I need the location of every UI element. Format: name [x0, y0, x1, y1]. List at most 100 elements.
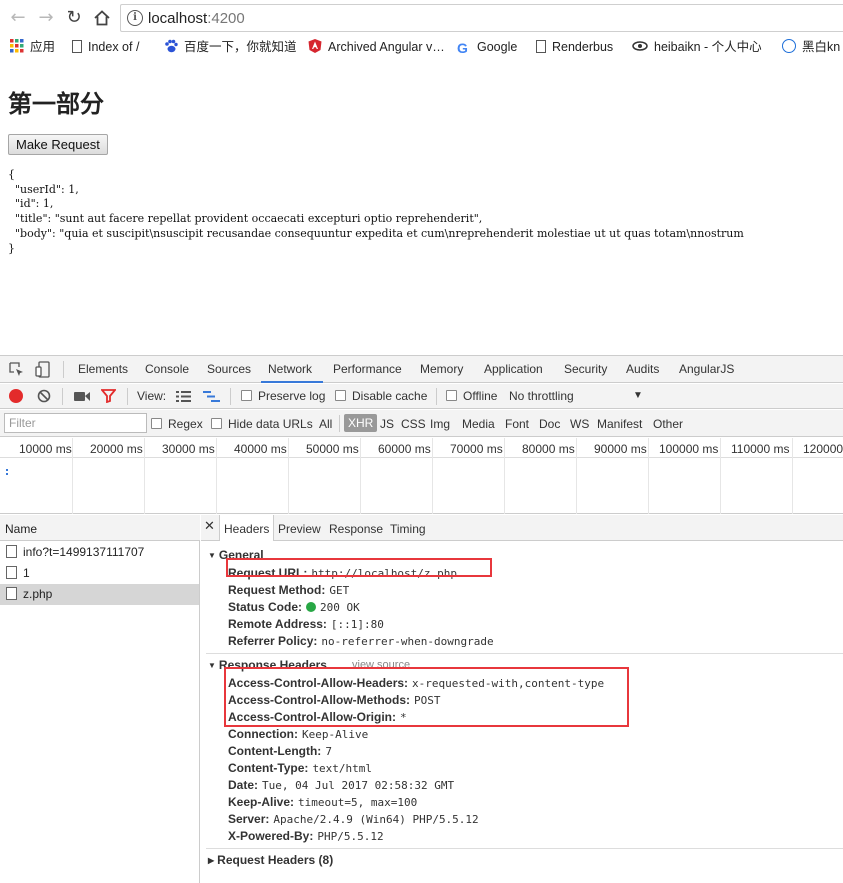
request-row-info[interactable]: info?t=1499137111707 — [0, 542, 199, 563]
disable-cache-checkbox[interactable]: Disable cache — [335, 389, 427, 403]
triangle-down-icon: ▼ — [208, 661, 216, 670]
tab-timing[interactable]: Timing — [390, 522, 426, 536]
tab-elements[interactable]: Elements — [78, 362, 128, 376]
baidu-paw-icon — [165, 39, 178, 53]
page-heading: 第一部分 — [8, 90, 104, 118]
tab-console[interactable]: Console — [145, 362, 189, 376]
inspect-element-icon[interactable] — [9, 362, 24, 377]
type-filter-doc[interactable]: Doc — [539, 417, 560, 431]
timeline-tick: 50000 ms — [306, 442, 359, 456]
timeline-tick: 100000 ms — [659, 442, 719, 456]
header-row: Remote Address: [::1]:80 — [228, 617, 384, 631]
tab-network[interactable]: Network — [268, 362, 312, 376]
tab-response[interactable]: Response — [329, 522, 383, 536]
section-divider — [206, 653, 843, 654]
hide-data-urls-checkbox[interactable]: Hide data URLs — [211, 417, 313, 431]
timeline-tick: 20000 ms — [90, 442, 143, 456]
bookmark-angular[interactable]: Archived Angular v… — [308, 38, 445, 56]
make-request-button[interactable]: Make Request — [8, 134, 108, 155]
type-filter-other[interactable]: Other — [653, 417, 683, 431]
tab-sources[interactable]: Sources — [207, 362, 251, 376]
globe-icon — [782, 39, 796, 53]
filter-input[interactable]: Filter — [4, 413, 147, 433]
name-column-header[interactable]: Name — [0, 515, 200, 541]
request-row-1[interactable]: 1 — [0, 563, 199, 584]
timeline-gridline — [576, 438, 577, 514]
bookmark-baidu[interactable]: 百度一下，你就知道 — [164, 38, 297, 56]
header-row: Server: Apache/2.4.9 (Win64) PHP/5.5.12 — [228, 812, 479, 826]
timeline-request-mark — [6, 473, 8, 475]
timeline-tick: 70000 ms — [450, 442, 503, 456]
bookmark-heibaikn-2[interactable]: 黑白kn — [782, 38, 840, 56]
close-icon[interactable]: ✕ — [204, 519, 215, 534]
header-row: Request Method: GET — [228, 583, 350, 597]
info-icon[interactable]: i — [127, 10, 143, 26]
capture-screenshots-icon[interactable] — [74, 391, 90, 402]
tab-headers[interactable]: Headers — [219, 515, 275, 541]
tab-performance[interactable]: Performance — [333, 362, 402, 376]
page-icon — [72, 40, 82, 53]
bookmark-renderbus[interactable]: Renderbus — [536, 38, 613, 56]
network-overview-timeline[interactable]: 10000 ms 20000 ms 30000 ms 40000 ms 5000… — [0, 438, 843, 514]
tab-application[interactable]: Application — [484, 362, 543, 376]
preserve-log-checkbox[interactable]: Preserve log — [241, 389, 325, 403]
address-bar[interactable]: i localhost:4200 — [120, 4, 843, 32]
timeline-tick: 120000 — [803, 442, 843, 456]
type-filter-xhr[interactable]: XHR — [344, 414, 378, 432]
timeline-request-mark — [6, 469, 8, 471]
filter-icon[interactable] — [101, 389, 116, 403]
timeline-gridline — [792, 438, 793, 514]
separator — [230, 388, 231, 405]
timeline-gridline — [288, 438, 289, 514]
timeline-gridline — [360, 438, 361, 514]
bookmark-heibaikn[interactable]: heibaikn - 个人中心 — [632, 38, 762, 56]
timeline-gridline — [144, 438, 145, 514]
type-filter-ws[interactable]: WS — [570, 417, 589, 431]
throttling-select[interactable]: No throttling — [509, 389, 574, 403]
type-filter-all[interactable]: All — [319, 417, 332, 431]
file-icon — [6, 545, 17, 558]
record-icon[interactable] — [9, 389, 23, 403]
section-divider — [206, 848, 843, 849]
list-view-icon[interactable] — [176, 391, 191, 402]
clear-icon[interactable] — [37, 389, 51, 403]
type-filter-media[interactable]: Media — [462, 417, 495, 431]
page-content: 第一部分 Make Request { "userId": 1, "id": 1… — [0, 58, 843, 355]
separator — [62, 388, 63, 405]
forward-icon[interactable]: → — [34, 6, 58, 30]
tab-security[interactable]: Security — [564, 362, 607, 376]
device-toolbar-icon[interactable] — [35, 361, 51, 378]
type-filter-js[interactable]: JS — [380, 417, 394, 431]
reload-icon[interactable]: ↻ — [62, 6, 86, 30]
waterfall-view-icon[interactable] — [203, 391, 220, 402]
bookmark-apps[interactable]: 应用 — [10, 38, 55, 56]
tab-audits[interactable]: Audits — [626, 362, 659, 376]
home-icon[interactable] — [90, 6, 114, 30]
separator — [339, 415, 340, 432]
type-filter-css[interactable]: CSS — [401, 417, 426, 431]
header-row: Status Code: 200 OK — [228, 600, 360, 614]
type-filter-img[interactable]: Img — [430, 417, 450, 431]
request-headers-section-header[interactable]: ▶ Request Headers (8) — [208, 853, 333, 867]
triangle-right-icon: ▶ — [208, 856, 215, 865]
request-row-zphp[interactable]: z.php — [0, 584, 199, 605]
back-icon[interactable]: ← — [6, 6, 30, 30]
type-filter-manifest[interactable]: Manifest — [597, 417, 642, 431]
timeline-tick: 90000 ms — [594, 442, 647, 456]
file-icon — [6, 566, 17, 579]
chevron-down-icon[interactable]: ▼ — [633, 390, 643, 401]
tab-preview[interactable]: Preview — [278, 522, 321, 536]
timeline-tick: 10000 ms — [19, 442, 72, 456]
network-filterbar: Filter Regex Hide data URLs All XHR JS C… — [0, 410, 843, 437]
active-tab-indicator — [261, 381, 323, 383]
bookmark-google[interactable]: G Google — [457, 38, 517, 56]
bookmark-index[interactable]: Index of / — [72, 38, 139, 56]
status-ok-icon — [306, 602, 317, 612]
offline-checkbox[interactable]: Offline — [446, 389, 497, 403]
timeline-gridline — [504, 438, 505, 514]
type-filter-font[interactable]: Font — [505, 417, 529, 431]
regex-checkbox[interactable]: Regex — [151, 417, 203, 431]
header-row: X-Powered-By: PHP/5.5.12 — [228, 829, 384, 843]
tab-angularjs[interactable]: AngularJS — [679, 362, 734, 376]
tab-memory[interactable]: Memory — [420, 362, 463, 376]
